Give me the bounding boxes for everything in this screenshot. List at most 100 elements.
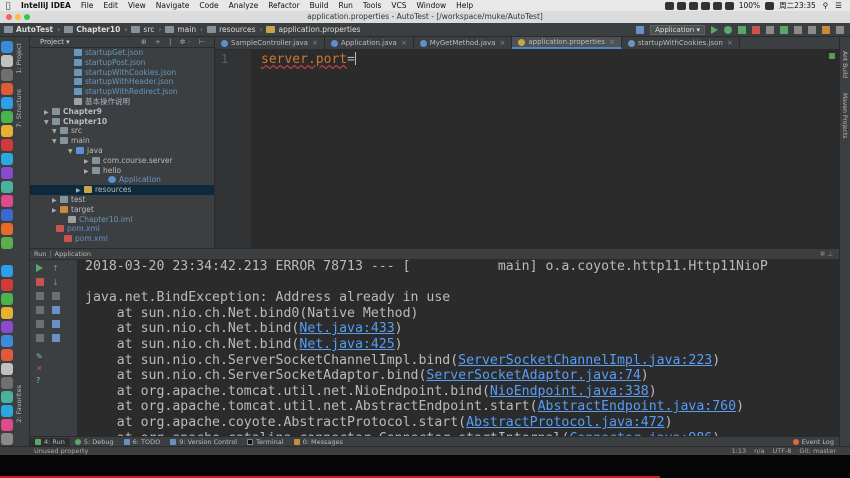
tree-item[interactable]: startupWithRedirect.json [30, 87, 214, 97]
hammer-build-icon[interactable] [636, 25, 645, 34]
menu-view[interactable]: View [123, 1, 151, 10]
dock-app-icon[interactable] [1, 307, 13, 319]
dock-app-icon[interactable] [1, 83, 13, 95]
stacktrace-link[interactable]: ServerSocketAdaptor.java:74 [426, 368, 640, 383]
scroll-up-icon[interactable]: ↑ [52, 264, 60, 273]
tree-item[interactable]: startupWithCookies.json [30, 68, 214, 78]
pause-output-icon[interactable] [36, 292, 44, 300]
tree-item[interactable]: startupPost.json [30, 58, 214, 68]
menu-edit[interactable]: Edit [98, 1, 123, 10]
tree-item[interactable]: pom.xml [30, 224, 214, 234]
status-app-icon[interactable] [664, 1, 674, 10]
dock-app-icon[interactable] [1, 349, 13, 361]
stacktrace-link[interactable]: ServerSocketChannelImpl.java:223 [458, 353, 712, 368]
editor-tab[interactable]: Application.java × [325, 37, 414, 49]
ant-build-tool-tab[interactable]: Ant Build [841, 51, 848, 78]
exit-icon[interactable] [36, 334, 44, 342]
breadcrumb-project[interactable]: AutoTest › [4, 25, 64, 34]
close-tab-icon[interactable]: × [727, 39, 733, 47]
stacktrace-link[interactable]: Net.java:425 [299, 337, 394, 352]
tool-tab-run[interactable]: 4: Run [30, 437, 70, 446]
status-app-icon[interactable] [676, 1, 686, 10]
dock-app-icon[interactable] [1, 363, 13, 375]
menu-vcs[interactable]: VCS [386, 1, 411, 10]
tree-item[interactable]: ▼ Chapter10 [30, 117, 214, 127]
close-tab-icon[interactable]: ✕ [36, 364, 44, 373]
pin-tab-icon[interactable]: ✎ [36, 352, 44, 361]
menu-app-name[interactable]: IntelliJ IDEA [16, 1, 76, 10]
close-tab-icon[interactable]: × [401, 39, 407, 47]
dock-app-icon[interactable] [1, 209, 13, 221]
breadcrumb-main[interactable]: main › [165, 25, 207, 34]
dock-app-icon[interactable] [1, 223, 13, 235]
breadcrumb-src[interactable]: src › [131, 25, 165, 34]
menu-navigate[interactable]: Navigate [151, 1, 195, 10]
run-console[interactable]: 2018-03-20 23:34:42.213 ERROR 78713 --- … [78, 260, 839, 436]
dock-app-icon[interactable] [1, 377, 13, 389]
dock-app-icon[interactable] [1, 293, 13, 305]
tree-item[interactable]: ▶ Chapter9 [30, 107, 214, 117]
tree-item[interactable]: pom.xml [30, 234, 214, 244]
dock-finder-icon[interactable] [1, 41, 13, 53]
tree-item[interactable]: ▶ hello [30, 166, 214, 176]
settings-icon[interactable] [36, 320, 44, 328]
scroll-to-end-icon[interactable] [52, 306, 60, 314]
tool-tab-terminal[interactable]: Terminal [242, 438, 288, 446]
dock-app-icon[interactable] [1, 167, 13, 179]
git-branch[interactable]: Git: master [799, 447, 836, 455]
spotlight-icon[interactable]: ⚲ [821, 1, 831, 10]
dump-threads-icon[interactable] [36, 306, 44, 314]
dock-app-icon[interactable] [1, 265, 13, 277]
tool-tab-messages[interactable]: 0: Messages [289, 438, 348, 446]
wifi-icon[interactable] [724, 1, 734, 10]
status-app-icon[interactable] [688, 1, 698, 10]
menu-build[interactable]: Build [305, 1, 334, 10]
debug-icon[interactable] [724, 25, 732, 34]
stacktrace-link[interactable]: NioEndpoint.java:338 [490, 384, 649, 399]
property-key[interactable]: server.port [261, 52, 347, 67]
soft-wrap-icon[interactable] [52, 292, 60, 300]
menu-refactor[interactable]: Refactor [263, 1, 304, 10]
menu-code[interactable]: Code [194, 1, 223, 10]
scroll-down-icon[interactable]: ↓ [52, 278, 60, 287]
dock-app-icon[interactable] [1, 125, 13, 137]
dock-app-icon[interactable] [1, 111, 13, 123]
tree-item[interactable]: startupWithHeader.json [30, 77, 214, 87]
run-panel-settings-icon[interactable]: ✲ ⊥ [820, 250, 839, 258]
menu-help[interactable]: Help [451, 1, 478, 10]
editor-tab[interactable]: MyGetMethod.java × [414, 37, 513, 49]
notification-center-icon[interactable]: ☰ [833, 1, 844, 10]
tool-tab-todo[interactable]: 6: TODO [119, 438, 166, 446]
inspection-ok-icon[interactable] [829, 53, 835, 59]
project-tool-tab[interactable]: 1: Project [15, 43, 27, 74]
tree-item[interactable]: ▶ com.course.server [30, 156, 214, 166]
search-icon[interactable] [836, 25, 844, 34]
minimize-window-icon[interactable] [15, 14, 21, 20]
stacktrace-link[interactable]: AbstractProtocol.java:472 [466, 415, 665, 430]
dock-app-icon[interactable] [1, 153, 13, 165]
project-view-selector[interactable]: Project ▾ [40, 38, 70, 46]
close-tab-icon[interactable]: × [500, 39, 506, 47]
status-app-icon[interactable] [712, 1, 722, 10]
maven-projects-tool-tab[interactable]: Maven Projects [841, 93, 848, 138]
dock-app-icon[interactable] [1, 69, 13, 81]
dock-trash-icon[interactable] [1, 433, 13, 445]
vcs-commit-icon[interactable] [780, 25, 788, 34]
tree-item[interactable]: ▼ main [30, 136, 214, 146]
revert-icon[interactable] [808, 25, 816, 34]
tool-tab-version-control[interactable]: 9: Version Control [165, 438, 242, 446]
tool-tab-event-log[interactable]: Event Log [788, 438, 839, 446]
editor-tab[interactable]: startupWithCookies.json × [622, 37, 740, 49]
dock-app-icon[interactable] [1, 279, 13, 291]
project-panel-tools[interactable]: ⊕ ÷ | ✲· ⊢ [141, 38, 214, 46]
menu-window[interactable]: Window [412, 1, 452, 10]
dock-app-icon[interactable] [1, 55, 13, 67]
dock-app-icon[interactable] [1, 139, 13, 151]
code-line[interactable]: server.port= [261, 52, 356, 67]
tree-item[interactable]: ▼ java [30, 146, 214, 156]
dock-app-icon[interactable] [1, 405, 13, 417]
dock-app-icon[interactable] [1, 391, 13, 403]
battery-percent[interactable]: 100% [737, 1, 762, 10]
menu-file[interactable]: File [76, 1, 99, 10]
stacktrace-link[interactable]: AbstractEndpoint.java:760 [538, 399, 737, 414]
